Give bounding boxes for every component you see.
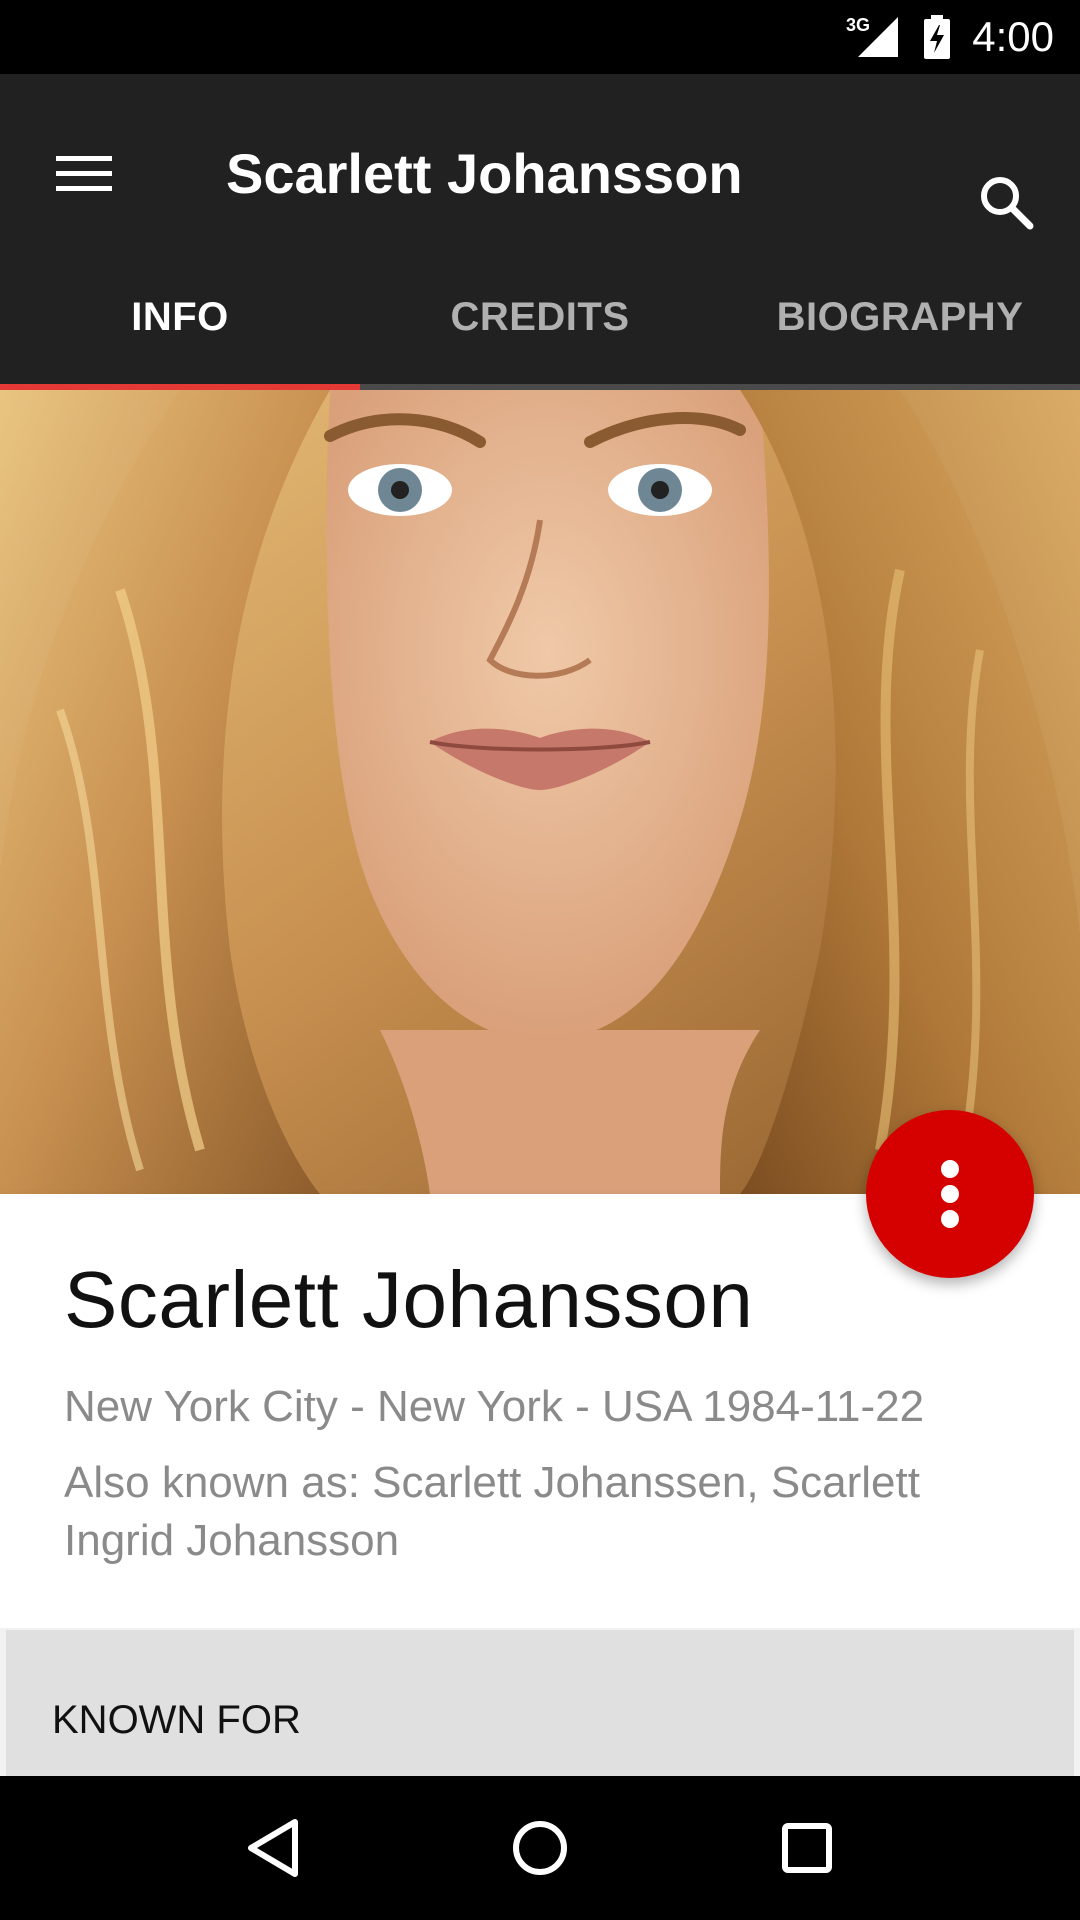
also-known-as: Also known as: Scarlett Johanssen, Scarl… bbox=[64, 1458, 920, 1565]
signal-3g-icon: 3G bbox=[846, 13, 902, 61]
tab-credits[interactable]: CREDITS bbox=[360, 246, 720, 388]
more-vert-icon bbox=[941, 1160, 959, 1228]
tab-biography-label: BIOGRAPHY bbox=[776, 294, 1024, 339]
status-bar: 3G 4:00 bbox=[0, 0, 1080, 74]
app-bar: Scarlett Johansson INFO CREDITS BIOGRAPH… bbox=[0, 74, 1080, 390]
person-name: Scarlett Johansson bbox=[64, 1255, 754, 1344]
tab-bar: INFO CREDITS BIOGRAPHY bbox=[0, 246, 1080, 388]
portrait-illustration bbox=[0, 390, 1080, 1194]
network-type-label: 3G bbox=[846, 15, 870, 35]
home-icon[interactable] bbox=[480, 1788, 600, 1908]
battery-charging-icon bbox=[922, 13, 952, 61]
status-time: 4:00 bbox=[972, 13, 1054, 60]
tab-info-label: INFO bbox=[131, 294, 229, 339]
known-for-section: KNOWN FOR bbox=[6, 1630, 1074, 1776]
birth-info: New York City - New York - USA 1984-11-2… bbox=[64, 1382, 925, 1431]
back-icon[interactable] bbox=[213, 1788, 333, 1908]
more-options-fab[interactable] bbox=[866, 1110, 1034, 1278]
tab-info[interactable]: INFO bbox=[0, 246, 360, 388]
toolbar: Scarlett Johansson bbox=[0, 74, 1080, 246]
search-icon[interactable] bbox=[962, 158, 1050, 246]
hamburger-menu-icon[interactable] bbox=[40, 130, 128, 218]
portrait-photo bbox=[0, 390, 1080, 1194]
tab-credits-label: CREDITS bbox=[450, 294, 630, 339]
recents-icon[interactable] bbox=[747, 1788, 867, 1908]
tab-biography[interactable]: BIOGRAPHY bbox=[720, 246, 1080, 388]
toolbar-title: Scarlett Johansson bbox=[226, 142, 743, 205]
navigation-bar bbox=[0, 1776, 1080, 1920]
known-for-heading: KNOWN FOR bbox=[52, 1698, 301, 1742]
